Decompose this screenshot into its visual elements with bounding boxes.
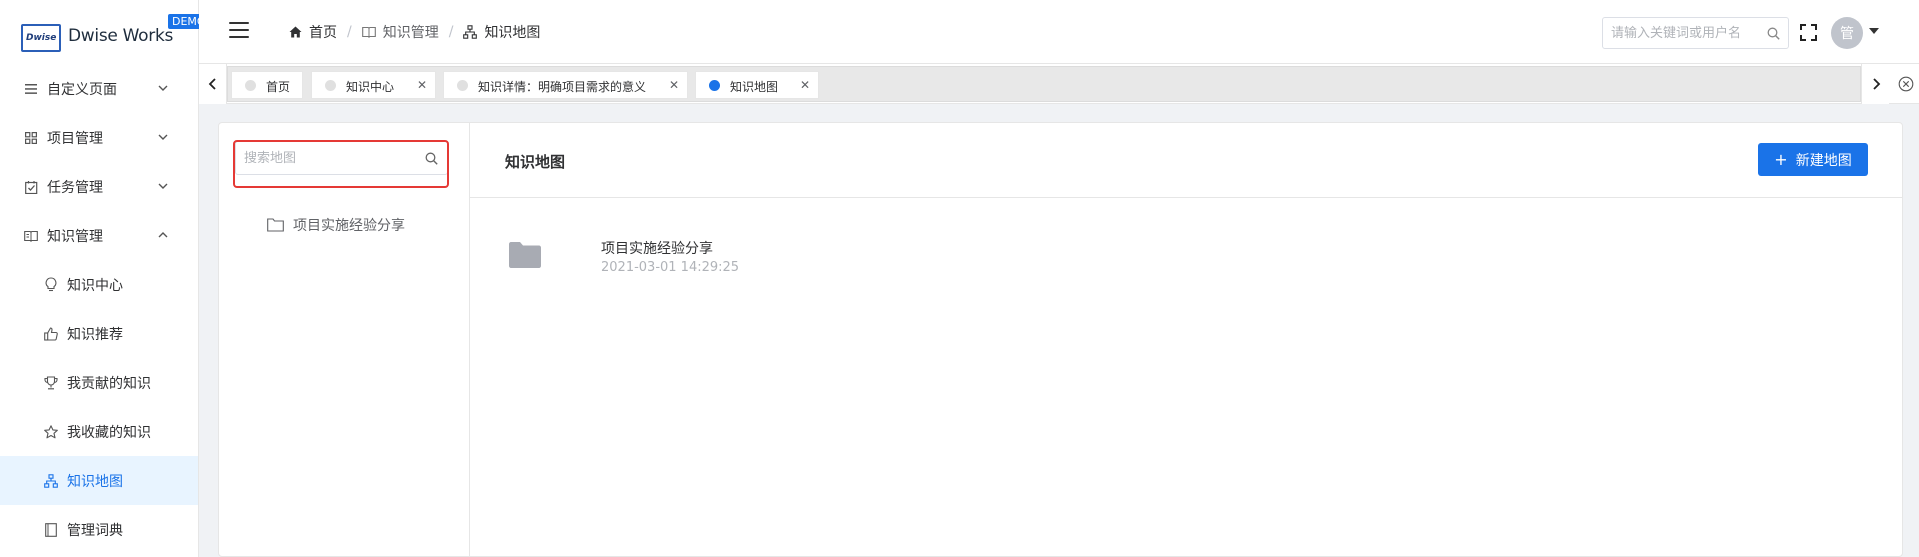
search-icon[interactable] <box>1767 27 1780 40</box>
avatar[interactable]: 管 <box>1831 17 1863 49</box>
tab-label: 首页 <box>266 80 291 94</box>
folder-icon <box>509 242 541 268</box>
logo-mark-text: Dwise <box>26 33 57 43</box>
hamburger-menu-icon[interactable] <box>229 22 249 38</box>
tab-label: 知识详情：明确项目需求的意义 <box>478 80 647 94</box>
breadcrumb: 首页 / 知识管理 / 知识地图 <box>289 22 540 42</box>
thumbs-up-icon <box>43 326 58 341</box>
map-tree-panel: 项目实施经验分享 <box>219 123 470 557</box>
chevron-left-icon <box>208 78 216 90</box>
breadcrumb-current: 知识地图 <box>463 22 540 42</box>
sidebar-menu-label: 知识管理 <box>47 229 103 245</box>
chevron-up-icon <box>158 232 168 238</box>
tabs-scroll-right[interactable] <box>1861 64 1889 104</box>
map-list-panel: 知识地图 + 新建地图 项目实施经验分享 2021-03-01 14:29:25 <box>470 123 1903 557</box>
chevron-down-icon <box>158 85 168 91</box>
sidebar-menu-custom-pages[interactable]: 自定义页面 <box>0 64 198 113</box>
trophy-icon <box>43 375 58 390</box>
sidebar-menu-project-management[interactable]: 项目管理 <box>0 113 198 162</box>
sidebar-item-knowledge-center[interactable]: 知识中心 <box>0 260 198 309</box>
tab-status-dot <box>245 80 256 91</box>
breadcrumb-separator: / <box>448 24 454 40</box>
plus-icon: + <box>1774 150 1788 169</box>
tab-knowledge-detail[interactable]: 知识详情：明确项目需求的意义 ✕ <box>443 71 688 99</box>
search-icon[interactable] <box>425 152 438 165</box>
check-square-icon <box>24 180 38 194</box>
map-search <box>235 141 448 175</box>
grid-icon <box>24 131 38 145</box>
content-card: 项目实施经验分享 知识地图 + 新建地图 项目实施经验分享 2021-03-01… <box>218 122 1903 557</box>
logo[interactable]: Dwise Dwise Works DEMO <box>20 14 210 54</box>
close-icon[interactable]: ✕ <box>800 78 810 92</box>
sidebar-menu-task-management[interactable]: 任务管理 <box>0 162 198 211</box>
map-list-item[interactable]: 项目实施经验分享 2021-03-01 14:29:25 <box>470 198 1903 288</box>
folder-icon <box>267 218 284 232</box>
avatar-text: 管 <box>1840 26 1854 42</box>
top-header: 首页 / 知识管理 / 知识地图 管 <box>199 0 1919 64</box>
close-icon[interactable]: ✕ <box>669 78 679 92</box>
sidebar-item-label: 知识地图 <box>67 474 123 490</box>
close-all-tabs-icon[interactable] <box>1898 76 1914 92</box>
chevron-right-icon <box>1872 78 1880 90</box>
breadcrumb-home[interactable]: 首页 <box>289 22 337 42</box>
sidebar-menu-label: 项目管理 <box>47 131 103 147</box>
map-search-input[interactable] <box>236 142 416 174</box>
brand-name: Dwise Works <box>68 26 174 46</box>
book-icon <box>24 229 38 243</box>
document-icon <box>43 522 58 537</box>
home-icon <box>289 26 302 38</box>
tab-status-dot <box>325 80 336 91</box>
tabs-track: 首页 知识中心 ✕ 知识详情：明确项目需求的意义 ✕ 知识地图 ✕ <box>227 66 1861 102</box>
sidebar-menu-label: 自定义页面 <box>47 82 117 98</box>
sidebar-item-label: 管理词典 <box>67 523 123 539</box>
breadcrumb-label: 首页 <box>309 25 337 41</box>
sidebar-item-label: 我收藏的知识 <box>67 425 151 441</box>
tab-knowledge-map[interactable]: 知识地图 ✕ <box>695 71 819 99</box>
tree-node-label: 项目实施经验分享 <box>293 218 405 234</box>
sidebar-menu-label: 任务管理 <box>47 180 103 196</box>
sidebar-item-glossary[interactable]: 管理词典 <box>0 505 198 554</box>
breadcrumb-separator: / <box>347 24 352 40</box>
breadcrumb-label: 知识管理 <box>382 25 439 41</box>
tab-knowledge-center[interactable]: 知识中心 ✕ <box>311 71 436 99</box>
sidebar-item-knowledge-map[interactable]: 知识地图 <box>0 456 198 505</box>
page-title: 知识地图 <box>505 153 566 171</box>
new-map-button[interactable]: + 新建地图 <box>1758 143 1868 176</box>
map-name: 项目实施经验分享 <box>601 241 713 257</box>
global-search-input[interactable] <box>1603 18 1763 48</box>
fullscreen-icon[interactable] <box>1800 24 1817 41</box>
lightbulb-icon <box>43 277 58 292</box>
map-created-time: 2021-03-01 14:29:25 <box>601 260 740 275</box>
sidebar-item-my-favorites[interactable]: 我收藏的知识 <box>0 407 198 456</box>
tab-status-dot <box>709 80 720 91</box>
logo-mark: Dwise <box>21 24 61 52</box>
sitemap-icon <box>43 473 58 488</box>
tab-home[interactable]: 首页 <box>231 71 303 99</box>
sidebar-item-label: 我贡献的知识 <box>67 376 151 392</box>
star-icon <box>43 424 58 439</box>
tabs-bar: 首页 知识中心 ✕ 知识详情：明确项目需求的意义 ✕ 知识地图 ✕ <box>199 64 1919 104</box>
chevron-down-icon <box>158 183 168 189</box>
tabs-scroll-left[interactable] <box>199 64 227 104</box>
global-search <box>1602 17 1789 49</box>
sidebar-item-knowledge-recommend[interactable]: 知识推荐 <box>0 309 198 358</box>
new-map-button-label: 新建地图 <box>1795 152 1852 169</box>
sidebar: Dwise Dwise Works DEMO 自定义页面 项目管理 任务管理 知… <box>0 0 210 557</box>
chevron-down-icon <box>158 134 168 140</box>
book-icon <box>361 26 376 38</box>
sidebar-item-label: 知识中心 <box>67 278 123 294</box>
sidebar-menu-knowledge-management[interactable]: 知识管理 <box>0 211 198 260</box>
sidebar-item-label: 知识推荐 <box>67 327 123 343</box>
breadcrumb-knowledge-management[interactable]: 知识管理 <box>361 22 439 42</box>
sitemap-icon <box>463 25 478 39</box>
list-icon <box>24 82 38 96</box>
close-icon[interactable]: ✕ <box>417 78 427 92</box>
tree-node-folder[interactable]: 项目实施经验分享 <box>267 215 405 235</box>
tab-status-dot <box>457 80 468 91</box>
sidebar-item-my-contributions[interactable]: 我贡献的知识 <box>0 358 198 407</box>
breadcrumb-label: 知识地图 <box>484 25 541 41</box>
tab-label: 知识地图 <box>730 80 779 94</box>
caret-down-icon[interactable] <box>1869 28 1879 34</box>
tab-label: 知识中心 <box>346 80 395 94</box>
